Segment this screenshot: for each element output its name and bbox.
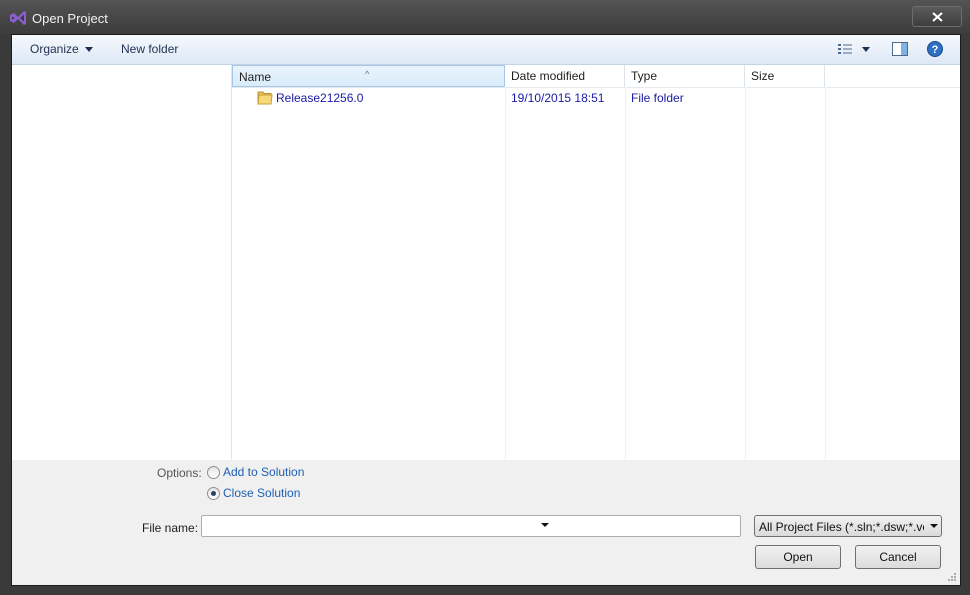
add-to-solution-radio[interactable]: [207, 466, 220, 479]
file-type-filter-value: All Project Files (*.sln;*.dsw;*.vcw;*.v…: [759, 520, 924, 534]
view-options-dropdown-icon[interactable]: [862, 47, 870, 52]
file-type-filter[interactable]: All Project Files (*.sln;*.dsw;*.vcw;*.v…: [754, 515, 942, 537]
column-divider: [825, 87, 826, 460]
chevron-down-icon: [84, 47, 93, 53]
chevron-down-icon: [930, 524, 938, 528]
organize-menu[interactable]: Organize: [30, 42, 93, 56]
help-icon[interactable]: ?: [927, 41, 943, 57]
file-list[interactable]: ^ Name Date modified Type Size Release21…: [232, 65, 960, 460]
preview-pane-icon[interactable]: [892, 42, 908, 56]
organize-label: Organize: [30, 42, 79, 56]
close-button[interactable]: [912, 6, 962, 27]
folder-icon: [257, 91, 273, 105]
file-name-cell: Release21256.0: [276, 91, 364, 105]
file-type-cell: File folder: [631, 91, 684, 105]
open-project-dialog: Open Project Organize New folder ? ^ Nam…: [0, 0, 970, 595]
radio-selected-dot: [211, 491, 216, 496]
close-solution-radio[interactable]: [207, 487, 220, 500]
column-header-date-modified[interactable]: Date modified: [505, 65, 625, 87]
navigation-pane[interactable]: [12, 65, 232, 460]
sort-ascending-icon: ^: [365, 69, 370, 79]
options-label: Options:: [157, 466, 202, 480]
close-icon: [932, 12, 943, 22]
column-header-size-label: Size: [751, 69, 775, 83]
column-header-size[interactable]: Size: [745, 65, 825, 87]
window-title: Open Project: [32, 11, 108, 26]
column-divider: [625, 87, 626, 460]
column-header-type-label: Type: [631, 69, 658, 83]
change-view-icon[interactable]: [837, 43, 853, 55]
column-divider: [505, 87, 506, 460]
dialog-client-area: Organize New folder ? ^ Name Date modifi…: [11, 34, 961, 586]
title-bar[interactable]: Open Project: [0, 0, 970, 34]
column-headers: ^ Name Date modified Type Size: [232, 65, 960, 88]
column-header-date-label: Date modified: [511, 69, 586, 83]
new-folder-button[interactable]: New folder: [121, 42, 178, 56]
column-header-type[interactable]: Type: [625, 65, 745, 87]
column-header-name[interactable]: ^ Name: [232, 65, 505, 87]
resize-grip-icon[interactable]: [947, 572, 957, 582]
add-to-solution-label[interactable]: Add to Solution: [223, 465, 304, 479]
file-name-input[interactable]: [201, 515, 741, 537]
file-row[interactable]: Release21256.0 19/10/2015 18:51 File fol…: [232, 88, 960, 108]
column-divider: [745, 87, 746, 460]
command-bar: Organize New folder ?: [12, 35, 960, 65]
svg-text:?: ?: [932, 44, 939, 56]
open-button[interactable]: Open: [755, 545, 841, 569]
close-solution-label[interactable]: Close Solution: [223, 486, 300, 500]
file-name-dropdown-icon[interactable]: [541, 523, 549, 527]
file-date-cell: 19/10/2015 18:51: [511, 91, 605, 105]
cancel-button[interactable]: Cancel: [855, 545, 941, 569]
dialog-footer: Options: Add to Solution Close Solution …: [12, 460, 960, 585]
visual-studio-icon: [10, 11, 26, 25]
column-header-name-label: Name: [239, 70, 272, 84]
file-name-label: File name:: [142, 521, 199, 535]
